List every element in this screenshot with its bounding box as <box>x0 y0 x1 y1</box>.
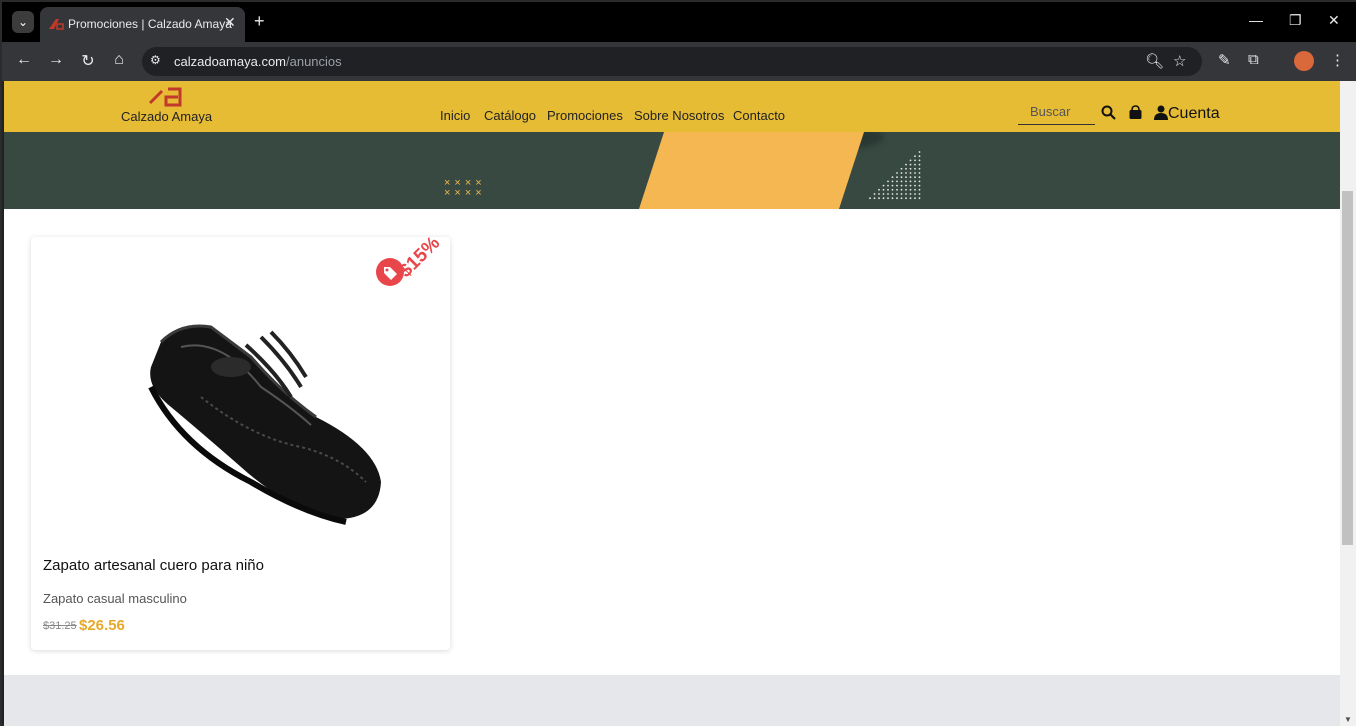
active-tab[interactable]: Promociones | Calzado Amaya ✕ <box>40 7 245 42</box>
scroll-down-icon[interactable]: ▼ <box>1344 715 1352 724</box>
bookmark-star-icon[interactable]: ☆ <box>1173 52 1186 70</box>
extensions-icon[interactable]: ⧉ <box>1248 51 1259 68</box>
user-icon <box>1154 105 1168 120</box>
old-price: $31.25 <box>43 620 77 632</box>
promo-banner: ×××× ×××× <box>4 132 1340 209</box>
site-favicon-icon <box>49 19 64 30</box>
account-label: Cuenta <box>1168 105 1220 122</box>
banner-dot-pattern-icon <box>869 151 921 200</box>
banner-cross-pattern-icon: ×××× ×××× <box>444 177 486 199</box>
product-image[interactable] <box>141 297 381 527</box>
forward-icon[interactable]: → <box>46 51 66 69</box>
search-field[interactable] <box>1018 98 1095 125</box>
site-info-icon[interactable]: ⚙ <box>150 53 161 67</box>
new-price: $26.56 <box>79 617 125 634</box>
restore-icon[interactable]: ❐ <box>1289 12 1302 29</box>
url-text[interactable]: calzadoamaya.com/anuncios <box>174 54 342 69</box>
nav-sobre-nosotros[interactable]: Sobre Nosotros <box>634 108 724 123</box>
logo-text[interactable]: Calzado Amaya <box>121 109 212 124</box>
home-icon[interactable]: ⌂ <box>109 51 129 69</box>
logo-icon <box>148 87 182 107</box>
nav-inicio[interactable]: Inicio <box>440 108 470 123</box>
reload-icon[interactable]: ↻ <box>78 51 98 71</box>
back-icon[interactable]: ← <box>14 51 34 69</box>
nav-promociones[interactable]: Promociones <box>547 108 623 123</box>
product-name[interactable]: Zapato artesanal cuero para niño <box>43 557 264 574</box>
browser-window: ⌄ Promociones | Calzado Amaya ✕ + — ❐ ✕ … <box>0 0 1356 726</box>
zoom-icon[interactable]: 🔍︎ <box>1145 52 1164 70</box>
tab-search-button[interactable]: ⌄ <box>12 11 34 33</box>
page-scrollbar[interactable]: ▼ <box>1340 81 1356 726</box>
tab-title: Promociones | Calzado Amaya <box>68 17 232 31</box>
product-card[interactable]: $15% Zapato artesanal cuero para niño Za… <box>31 233 450 650</box>
banner-stripe-decoration <box>639 132 865 209</box>
scrollbar-thumb[interactable] <box>1342 191 1353 545</box>
web-page: Calzado Amaya Inicio Catálogo Promocione… <box>4 81 1340 726</box>
tab-strip: ⌄ Promociones | Calzado Amaya ✕ + — ❐ ✕ <box>2 2 1356 42</box>
new-tab-button[interactable]: + <box>254 12 265 30</box>
address-bar[interactable]: ⚙ calzadoamaya.com/anuncios 🔍︎ ☆ <box>142 47 1202 76</box>
browser-toolbar: ← → ↻ ⌂ ⚙ calzadoamaya.com/anuncios 🔍︎ ☆… <box>2 42 1356 81</box>
discount-badge: $15% <box>395 232 445 282</box>
close-window-icon[interactable]: ✕ <box>1328 12 1340 29</box>
account-link[interactable]: Cuenta <box>1154 105 1220 123</box>
product-category: Zapato casual masculino <box>43 591 187 606</box>
site-header: Calzado Amaya Inicio Catálogo Promocione… <box>4 81 1340 132</box>
url-domain: calzadoamaya.com <box>174 54 286 69</box>
footer-band <box>4 675 1340 726</box>
search-icon[interactable] <box>1101 105 1116 120</box>
profile-avatar[interactable] <box>1294 51 1314 71</box>
url-path: /anuncios <box>286 54 342 69</box>
close-tab-icon[interactable]: ✕ <box>224 14 236 31</box>
shopping-bag-icon[interactable] <box>1128 105 1143 120</box>
menu-kebab-icon[interactable]: ⋮ <box>1330 51 1345 69</box>
pen-extension-icon[interactable]: ✎ <box>1218 51 1231 69</box>
search-input[interactable] <box>1018 98 1095 124</box>
minimize-icon[interactable]: — <box>1249 12 1263 28</box>
nav-contacto[interactable]: Contacto <box>733 108 785 123</box>
nav-catalogo[interactable]: Catálogo <box>484 108 536 123</box>
